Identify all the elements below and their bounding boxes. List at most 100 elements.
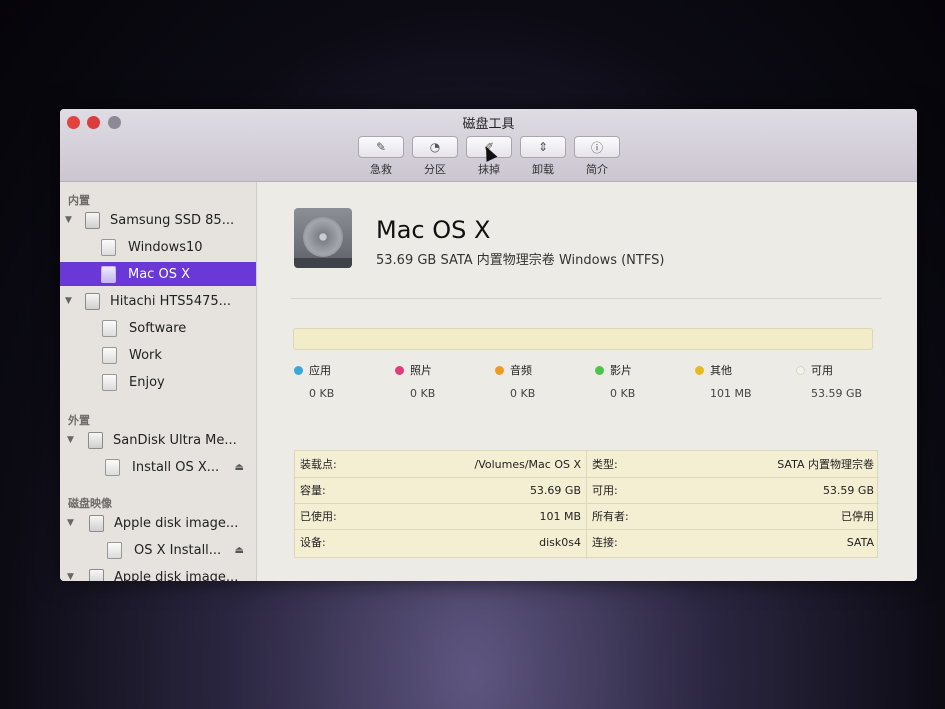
volume-icon xyxy=(102,373,117,391)
disclosure-triangle-icon[interactable]: ▼ xyxy=(65,296,75,306)
available-value: 53.59 GB xyxy=(822,483,874,497)
sidebar-item-label: Hitachi HTS5475... xyxy=(110,293,232,309)
apps-color-dot xyxy=(294,365,303,375)
info-icon: ⓘ xyxy=(590,140,603,155)
disclosure-triangle-icon[interactable]: ▼ xyxy=(65,215,75,225)
owners-key: 所有者: xyxy=(592,510,629,523)
disk-icon xyxy=(88,431,103,449)
other-color-dot xyxy=(695,365,704,375)
sidebar-item-label: Windows10 xyxy=(128,239,203,255)
disk-icon xyxy=(89,568,104,581)
first-aid-button[interactable]: ✎ 急救 xyxy=(358,136,404,177)
info-table: 装载点: /Volumes/Mac OS X 类型: SATA 内置物理宗卷 容… xyxy=(294,450,879,559)
sidebar-item-label: Work xyxy=(129,347,162,363)
table-row: 连接: SATA xyxy=(587,530,879,554)
sidebar-item-label: Software xyxy=(129,320,187,336)
disclosure-triangle-icon[interactable]: ▼ xyxy=(67,435,77,445)
partition-button[interactable]: ◔ 分区 xyxy=(412,136,458,177)
unmount-button[interactable]: ⇕ 卸载 xyxy=(520,136,566,177)
sidebar-item-label: Mac OS X xyxy=(128,266,190,282)
legend-value: 0 KB xyxy=(610,387,636,400)
sidebar-item-windows10[interactable]: Windows10 xyxy=(60,235,256,259)
pie-icon: ◔ xyxy=(429,140,441,154)
section-disk-images: 磁盘映像 xyxy=(68,497,112,510)
available-color-dot xyxy=(796,365,805,375)
legend-available: 可用 53.59 GB xyxy=(796,362,896,400)
legend-value: 53.59 GB xyxy=(811,387,863,400)
audio-color-dot xyxy=(495,365,504,375)
unmount-icon: ⇕ xyxy=(537,140,549,154)
sidebar-item-mac-os-x[interactable]: Mac OS X xyxy=(60,262,256,286)
sidebar-item-os-x-install[interactable]: OS X Install... ⏏ xyxy=(60,538,256,562)
sidebar-item-apple-disk-image-2[interactable]: ▼ Apple disk image... xyxy=(60,565,256,581)
legend-label: 照片 xyxy=(410,364,432,377)
legend-label: 应用 xyxy=(309,364,331,377)
legend-movies: 影片 0 KB xyxy=(595,362,695,400)
sidebar-item-label: Samsung SSD 85... xyxy=(110,212,235,228)
unmount-label: 卸载 xyxy=(532,163,554,176)
disclosure-triangle-icon[interactable]: ▼ xyxy=(67,572,77,581)
sidebar-item-software[interactable]: Software xyxy=(60,316,256,340)
section-external: 外置 xyxy=(68,414,90,427)
legend-label: 音频 xyxy=(510,364,532,377)
owners-value: 已停用 xyxy=(841,510,874,523)
sidebar-item-sandisk[interactable]: ▼ SanDisk Ultra Me... xyxy=(60,428,256,452)
capacity-key: 容量: xyxy=(300,484,326,497)
volume-icon xyxy=(105,458,120,476)
divider xyxy=(291,298,881,299)
sidebar-item-label: Enjoy xyxy=(129,374,165,390)
sidebar-item-install-os-x[interactable]: Install OS X... ⏏ xyxy=(60,455,256,479)
sidebar-item-hitachi[interactable]: ▼ Hitachi HTS5475... xyxy=(60,289,256,313)
hard-drive-icon xyxy=(294,208,352,268)
type-value: SATA 内置物理宗卷 xyxy=(777,458,874,471)
eject-icon[interactable]: ⏏ xyxy=(235,545,244,556)
sidebar: 内置 ▼ Samsung SSD 85... Windows10 Mac OS … xyxy=(60,182,257,581)
sidebar-item-label: SanDisk Ultra Me... xyxy=(113,432,237,448)
disk-icon xyxy=(85,292,100,310)
type-key: 类型: xyxy=(592,458,618,471)
movies-color-dot xyxy=(595,365,604,375)
mount-point-value: /Volumes/Mac OS X xyxy=(474,457,581,471)
usage-bar xyxy=(293,328,873,350)
disk-utility-window: 磁盘工具 ✎ 急救 ◔ 分区 ✐ 抹掉 ⇕ 卸载 ⓘ 简介 内置 ▼ Samsu… xyxy=(60,109,917,581)
mount-point-key: 装载点: xyxy=(300,458,337,471)
legend-label: 影片 xyxy=(610,364,632,377)
photos-color-dot xyxy=(395,365,404,375)
legend-value: 0 KB xyxy=(510,387,536,400)
legend-audio: 音频 0 KB xyxy=(495,362,595,400)
legend-value: 101 MB xyxy=(710,387,752,400)
disk-icon xyxy=(89,514,104,532)
volume-icon xyxy=(101,238,116,256)
table-row: 可用: 53.59 GB xyxy=(587,478,879,502)
volume-name: Mac OS X xyxy=(376,216,491,244)
volume-icon xyxy=(101,265,116,283)
disclosure-triangle-icon[interactable]: ▼ xyxy=(67,518,77,528)
partition-label: 分区 xyxy=(424,163,446,176)
sidebar-item-samsung-ssd[interactable]: ▼ Samsung SSD 85... xyxy=(60,208,256,232)
capacity-value: 53.69 GB xyxy=(529,483,581,497)
legend-photos: 照片 0 KB xyxy=(395,362,495,400)
legend-label: 其他 xyxy=(710,364,732,377)
eject-icon[interactable]: ⏏ xyxy=(235,462,244,473)
volume-icon xyxy=(107,541,122,559)
connection-key: 连接: xyxy=(592,536,618,549)
device-key: 设备: xyxy=(300,536,326,549)
volume-icon xyxy=(102,346,117,364)
window-title: 磁盘工具 xyxy=(462,117,515,132)
device-value: disk0s4 xyxy=(539,535,581,549)
used-key: 已使用: xyxy=(300,510,337,523)
section-internal: 内置 xyxy=(68,194,90,207)
info-button[interactable]: ⓘ 简介 xyxy=(574,136,620,177)
sidebar-item-enjoy[interactable]: Enjoy xyxy=(60,370,256,394)
legend-apps: 应用 0 KB xyxy=(294,362,394,400)
used-value: 101 MB xyxy=(539,509,581,523)
legend-value: 0 KB xyxy=(309,387,335,400)
legend-value: 0 KB xyxy=(410,387,436,400)
sidebar-item-label: OS X Install... xyxy=(134,542,222,558)
legend-other: 其他 101 MB xyxy=(695,362,795,400)
sidebar-item-label: Apple disk image... xyxy=(114,569,239,582)
sidebar-item-apple-disk-image[interactable]: ▼ Apple disk image... xyxy=(60,511,256,535)
sidebar-item-work[interactable]: Work xyxy=(60,343,256,367)
table-row: 类型: SATA 内置物理宗卷 xyxy=(587,452,879,476)
legend-label: 可用 xyxy=(811,364,833,377)
